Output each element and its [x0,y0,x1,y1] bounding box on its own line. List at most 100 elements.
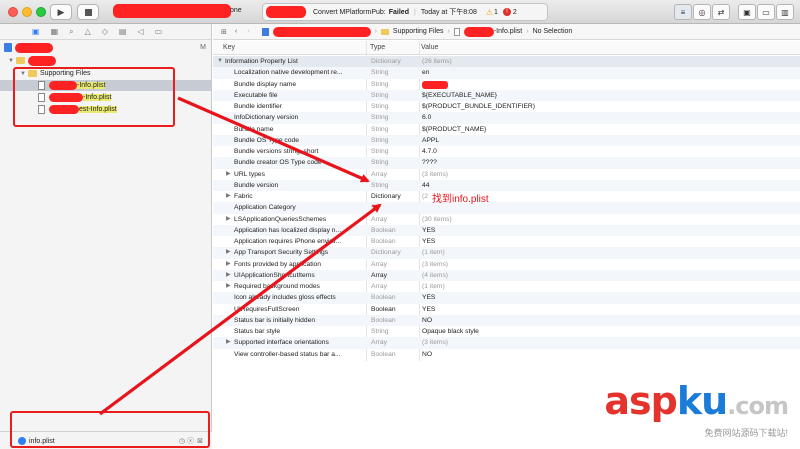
plist-type[interactable]: Boolean [371,292,421,303]
plist-row[interactable]: Application Category St [213,202,800,214]
plist-value[interactable]: (3 items) [422,169,792,180]
version-editor-button[interactable]: ⇄ [712,4,730,20]
plist-value[interactable]: YES [422,304,792,315]
test-icon[interactable]: ◇ [102,27,108,36]
plist-row[interactable]: ▶ LSApplicationQueriesSchemes Array (30 ite… [213,214,800,225]
plist-type[interactable]: Dictionary [371,191,421,202]
plist-key[interactable]: URL types [234,169,369,180]
plist-type[interactable]: String [371,135,421,146]
close-window-button[interactable] [8,7,18,17]
plist-value[interactable]: YES [422,236,792,247]
plist-key[interactable]: Status bar style [234,326,369,337]
key-column-header[interactable]: Key [223,44,235,51]
disclosure-open-icon[interactable]: ▼ [8,58,14,64]
disclosure-closed-icon[interactable]: ▶ [226,214,231,225]
plist-key[interactable]: Application requires iPhone enviro... [234,236,369,247]
plist-type[interactable]: Dictionary [371,56,421,67]
plist-row[interactable]: Status bar style String Opaque black style [213,326,800,337]
plist-row[interactable]: Bundle creator OS Type code String???? [213,157,800,169]
breadcrumb-selection[interactable]: No Selection [533,28,573,35]
plist-key[interactable]: Icon already includes gloss effects [234,292,369,303]
plist-row[interactable]: ▶ URL types Array (3 items) [213,169,800,180]
plist-type[interactable]: String [371,326,421,337]
plist-key[interactable]: Bundle versions string, short [234,146,369,157]
plist-type[interactable]: Boolean [371,236,421,247]
plist-row[interactable]: Bundle version String 44 [213,179,800,191]
disclosure-closed-icon[interactable]: ▶ [226,247,231,258]
plist-row[interactable]: Bundle identifier String $(PRODUCT_BUNDLE_… [213,101,800,112]
plist-key[interactable]: Bundle identifier [234,101,369,112]
plist-row[interactable]: Application requires iPhone enviro... Boo… [213,236,800,247]
search-icon[interactable]: ⌕ [69,27,73,37]
disclosure-closed-icon[interactable]: ▶ [226,281,231,292]
plist-type[interactable]: Boolean [371,225,421,236]
toggle-utilities-button[interactable]: ▥ [776,4,794,20]
plist-value[interactable]: ???? [422,157,792,168]
stop-button[interactable] [77,4,99,20]
zoom-window-button[interactable] [36,7,46,17]
plist-key[interactable]: Localization native development re... [234,67,369,78]
plist-type[interactable]: String [371,79,421,90]
plist-key[interactable]: Fabric [234,191,369,202]
plist-type[interactable]: String [371,124,421,135]
value-column-header[interactable]: Value [421,44,438,51]
plist-value[interactable]: Opaque black style [422,326,792,337]
plist-value[interactable]: (30 items) [422,214,792,225]
plist-row[interactable]: ▶ Supported interface orientations Array (3… [213,337,800,349]
plist-row[interactable]: Bundle OS Type code String APPL [213,134,800,146]
plist-row[interactable]: Bundle name String ${PRODUCT_NAME} [213,124,800,135]
plist-row[interactable]: ▶ UIApplicationShortcutItems Array (4 items… [213,269,800,281]
plist-key[interactable]: Bundle version [234,180,369,191]
breakpoint-icon[interactable]: ◁ [137,27,143,36]
toggle-navigator-button[interactable]: ▣ [738,4,756,20]
plist-row[interactable]: Localization native development re... Str… [213,67,800,79]
folder-icon[interactable]: ▣ [32,27,40,36]
project-group-item[interactable]: ▼ [8,55,56,66]
plist-value[interactable]: (1 item) [422,247,792,258]
plist-key[interactable]: Bundle name [234,124,369,135]
plist-row[interactable]: InfoDictionary version String 6.0 [213,112,800,124]
plist-value[interactable]: 4.7.0 [422,146,792,157]
plist-type[interactable]: Array [371,169,421,180]
plist-row[interactable]: ▶ Required background modes Array (1 item) [213,281,800,292]
plist-type[interactable]: String [371,101,421,112]
scheme-selector[interactable]: one [113,4,242,20]
forward-icon[interactable]: › [247,28,249,35]
plist-type[interactable]: Array [371,337,421,348]
disclosure-closed-icon[interactable]: ▶ [226,259,231,270]
plist-type[interactable]: String [371,67,421,78]
standard-editor-button[interactable]: ≡ [674,4,692,20]
plist-key[interactable]: LSApplicationQueriesSchemes [234,214,369,225]
plist-type[interactable]: String [371,146,421,157]
debug-icon[interactable]: ▤ [119,27,127,36]
plist-type[interactable]: Boolean [371,349,421,360]
plist-row[interactable]: Bundle versions string, short String 4.7.0 [213,146,800,157]
plist-key[interactable]: Bundle creator OS Type code [234,157,369,168]
plist-type[interactable]: Array [371,259,421,270]
plist-row[interactable]: Bundle display name String [213,79,800,90]
plist-value[interactable]: YES [422,292,792,303]
plist-type[interactable]: Boolean [371,304,421,315]
assistant-editor-button[interactable]: ◎ [693,4,711,20]
plist-value[interactable]: ${EXECUTABLE_NAME} [422,90,792,101]
plist-row[interactable]: View controller-based status bar a... Boo… [213,349,800,360]
plist-key[interactable]: Information Property List [225,56,360,67]
plist-row[interactable]: UIRequiresFullScreen Boolean YES [213,304,800,315]
plist-value[interactable]: 6.0 [422,112,792,123]
plist-type[interactable]: Dictionary [371,247,421,258]
plist-key[interactable]: Executable file [234,90,369,101]
plist-value[interactable]: NO [422,315,792,326]
plist-type[interactable]: Array [371,281,421,292]
disclosure-closed-icon[interactable]: ▶ [226,270,231,281]
breadcrumb-file[interactable]: -Info.plist [494,28,522,35]
plist-type[interactable]: Array [371,270,421,281]
plist-key[interactable]: Bundle display name [234,79,369,90]
related-items-icon[interactable]: ⊞ [221,28,227,36]
plist-row[interactable]: ▼ Information Property List Dictionary (26 … [213,56,800,68]
plist-key[interactable]: InfoDictionary version [234,112,369,123]
plist-value[interactable]: YES [422,225,792,236]
plist-key[interactable]: Fonts provided by application [234,259,369,270]
plist-key[interactable]: Application Category [234,202,369,213]
plist-row[interactable]: Executable file String ${EXECUTABLE_NAME} [213,89,800,101]
plist-row[interactable]: ▶ Fabric Dictionary (2 [213,191,800,202]
